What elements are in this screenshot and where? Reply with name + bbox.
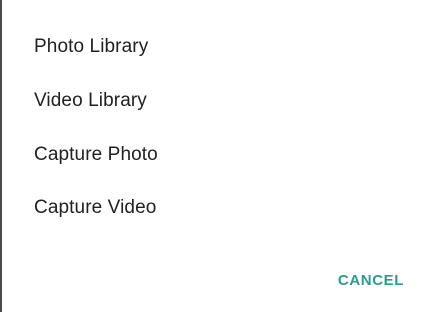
option-capture-photo[interactable]: Capture Photo [34,144,158,166]
cancel-button[interactable]: CANCEL [338,272,404,289]
media-source-dialog: Photo Library Video Library Capture Phot… [2,0,434,312]
option-capture-video[interactable]: Capture Video [34,197,156,219]
option-photo-library[interactable]: Photo Library [34,36,148,58]
option-video-library[interactable]: Video Library [34,90,147,112]
dialog-actions: CANCEL [338,272,404,290]
